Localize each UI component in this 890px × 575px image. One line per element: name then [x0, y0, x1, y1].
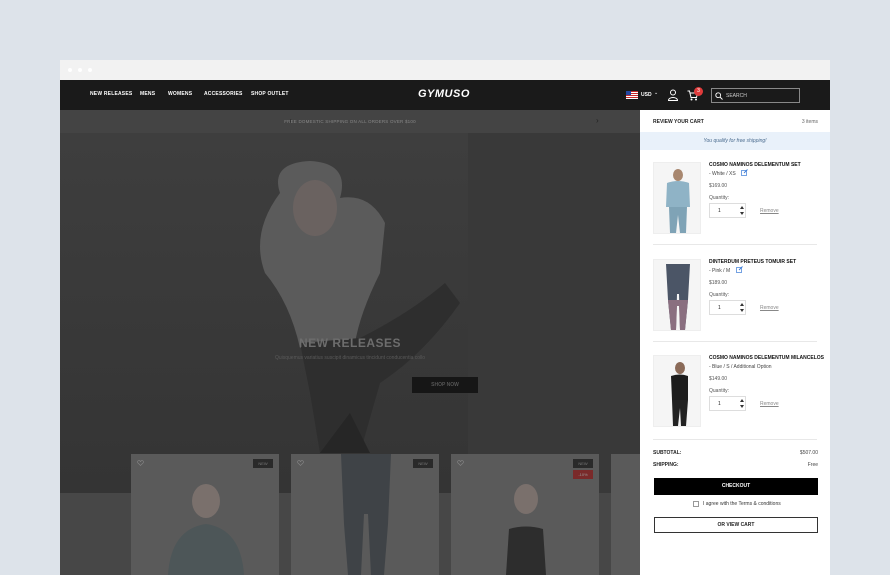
product-card[interactable]: NEW: [291, 454, 439, 575]
remove-link[interactable]: Remove: [760, 401, 779, 407]
store-logo[interactable]: GYMUSO: [418, 88, 470, 100]
cart-item-thumbnail[interactable]: [653, 355, 701, 427]
nav-link-womens[interactable]: WOMENS: [168, 91, 192, 97]
product-image: [666, 169, 690, 233]
arrow-down-icon[interactable]: [740, 405, 744, 408]
product-card[interactable]: [611, 454, 640, 575]
divider: [653, 439, 817, 440]
cart-item-variant: - Pink / M: [709, 268, 731, 274]
divider: [653, 244, 817, 245]
hero-banner: NEW RELEASES Quisquemus variatius suscip…: [60, 133, 640, 493]
product-image: [666, 264, 690, 330]
currency-selector[interactable]: USD: [641, 92, 652, 98]
quantity-value[interactable]: 1: [718, 401, 721, 407]
arrow-up-icon[interactable]: [740, 399, 744, 402]
subtotal-label: SUBTOTAL:: [653, 450, 682, 456]
badge-sale: -10%: [573, 470, 593, 479]
free-shipping-banner: You qualify for free shipping!: [640, 132, 830, 150]
product-image: [506, 484, 546, 575]
cart-item-thumbnail[interactable]: [653, 259, 701, 331]
user-icon[interactable]: [668, 89, 678, 101]
search-icon[interactable]: [715, 92, 723, 100]
search-input[interactable]: [726, 91, 798, 100]
search-box[interactable]: [711, 88, 800, 103]
cart-item-price: $169.00: [709, 183, 728, 189]
shipping-label: SHIPPING:: [653, 462, 679, 468]
quantity-stepper[interactable]: 1: [709, 300, 746, 315]
cart-item-variant: - Blue / S / Additional Option: [709, 364, 772, 370]
cart-item-name[interactable]: COSMO NAMINOS DELEMENTUM SET: [709, 162, 801, 168]
product-image: [168, 484, 244, 575]
product-image: [671, 362, 688, 426]
remove-link[interactable]: Remove: [760, 208, 779, 214]
cart-item: COSMO NAMINOS DELEMENTUM SET - White / X…: [653, 154, 817, 249]
shop-now-button[interactable]: SHOP NOW: [412, 377, 478, 393]
quantity-label: Quantity:: [709, 195, 730, 201]
window-dot-icon: [78, 68, 82, 72]
browser-titlebar: [60, 60, 830, 80]
cart-item-variant: - White / XS: [709, 171, 736, 177]
view-cart-button[interactable]: OR VIEW CART: [654, 517, 818, 533]
badge-new: NEW: [253, 459, 273, 468]
top-navigation: NEW RELEASES MENS WOMENS ACCESSORIES SHO…: [60, 80, 830, 110]
promo-bar: ‹ FREE DOMESTIC SHIPPING ON ALL ORDERS O…: [60, 110, 640, 133]
chevron-right-icon[interactable]: ›: [596, 116, 599, 125]
badge-new: NEW: [573, 459, 593, 468]
browser-window: NEW RELEASES MENS WOMENS ACCESSORIES SHO…: [60, 60, 830, 575]
quantity-stepper[interactable]: 1: [709, 396, 746, 411]
badge-new: NEW: [413, 459, 433, 468]
promo-text: FREE DOMESTIC SHIPPING ON ALL ORDERS OVE…: [284, 119, 416, 124]
cart-title: REVIEW YOUR CART: [653, 119, 704, 125]
nav-link-new-releases[interactable]: NEW RELEASES: [90, 91, 132, 97]
quantity-value[interactable]: 1: [718, 305, 721, 311]
flag-icon[interactable]: [626, 91, 638, 99]
quantity-label: Quantity:: [709, 388, 730, 394]
divider: [653, 341, 817, 342]
checkout-button[interactable]: CHECKOUT: [654, 478, 818, 495]
edit-icon[interactable]: [736, 266, 743, 273]
remove-link[interactable]: Remove: [760, 305, 779, 311]
cart-item-price: $149.00: [709, 376, 728, 382]
quantity-label: Quantity:: [709, 292, 730, 298]
cart-item-count: 3 items: [801, 119, 818, 125]
cart-item-thumbnail[interactable]: [653, 162, 701, 234]
nav-link-accessories[interactable]: ACCESSORIES: [204, 91, 243, 97]
arrow-up-icon[interactable]: [740, 206, 744, 209]
chevron-down-icon[interactable]: ⌄: [654, 90, 658, 96]
product-card[interactable]: NEW -10%: [451, 454, 599, 575]
cart-item: COSMO NAMINOS DELEMENTUM MILANCELOS - Bl…: [653, 347, 824, 442]
window-dot-icon: [68, 68, 72, 72]
hero-title: NEW RELEASES: [298, 336, 401, 350]
arrow-down-icon[interactable]: [740, 212, 744, 215]
edit-icon[interactable]: [741, 169, 748, 176]
hero-model-image: [260, 161, 460, 453]
heart-icon[interactable]: [457, 460, 464, 466]
cart-item-price: $189.00: [709, 280, 728, 286]
cart-count-badge[interactable]: 3: [694, 87, 703, 96]
cart-item-name[interactable]: COSMO NAMINOS DELEMENTUM MILANCELOS: [709, 355, 824, 361]
quantity-stepper[interactable]: 1: [709, 203, 746, 218]
window-dot-icon: [88, 68, 92, 72]
hero-background-wall: [468, 133, 640, 493]
nav-link-mens[interactable]: MENS: [140, 91, 155, 97]
subtotal-value: $507.00: [799, 450, 818, 456]
shipping-value: Free: [807, 462, 818, 468]
terms-label[interactable]: I agree with the Terms & conditions: [703, 501, 781, 507]
cart-drawer: REVIEW YOUR CART 3 items You qualify for…: [640, 110, 830, 575]
cart-item: DINTERDUM PRETEUS TOMUIR SET - Pink / M …: [653, 251, 817, 346]
heart-icon[interactable]: [297, 460, 304, 466]
store-page: NEW RELEASES MENS WOMENS ACCESSORIES SHO…: [60, 80, 830, 575]
arrow-up-icon[interactable]: [740, 303, 744, 306]
nav-link-shop-outlet[interactable]: SHOP OUTLET: [251, 91, 289, 97]
heart-icon[interactable]: [137, 460, 144, 466]
cart-item-name[interactable]: DINTERDUM PRETEUS TOMUIR SET: [709, 259, 796, 265]
quantity-value[interactable]: 1: [718, 208, 721, 214]
hero-subtitle: Quisquemus variatius suscipit dinamicus …: [274, 355, 426, 361]
arrow-down-icon[interactable]: [740, 309, 744, 312]
product-card[interactable]: NEW: [131, 454, 279, 575]
product-image: [341, 454, 391, 575]
terms-checkbox[interactable]: [693, 501, 699, 507]
